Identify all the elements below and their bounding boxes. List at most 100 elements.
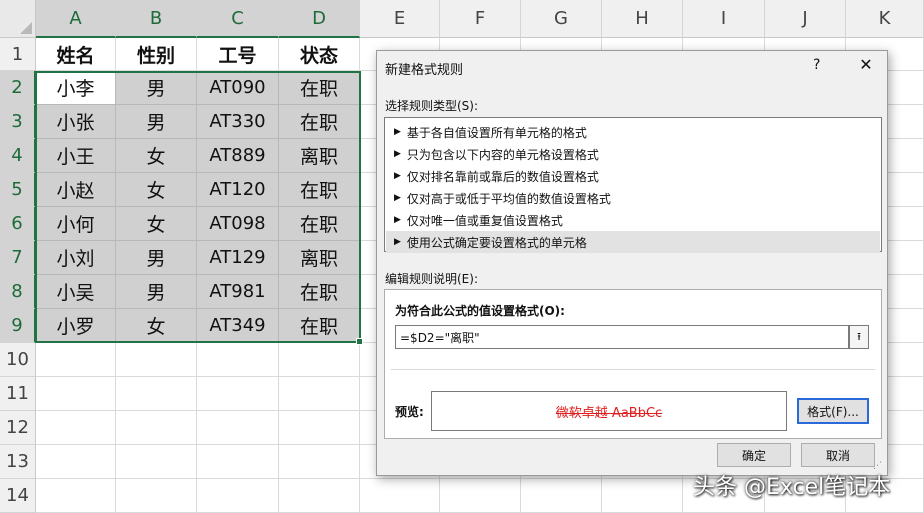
data-cell[interactable]: 小吴 — [36, 275, 116, 309]
data-cell[interactable]: AT120 — [197, 173, 279, 207]
cell[interactable] — [36, 479, 116, 513]
data-cell[interactable]: AT098 — [197, 207, 279, 241]
rule-type-item[interactable]: ▶ 只为包含以下内容的单元格设置格式 — [386, 143, 880, 165]
cell[interactable] — [36, 343, 116, 377]
data-cell[interactable]: AT330 — [197, 105, 279, 139]
data-cell[interactable]: 小刘 — [36, 241, 116, 275]
data-cell[interactable]: AT981 — [197, 275, 279, 309]
data-cell[interactable]: 男 — [116, 275, 197, 309]
cell[interactable] — [521, 479, 602, 513]
cancel-button[interactable]: 取消 — [801, 443, 875, 467]
row-header-14[interactable]: 14 — [0, 479, 36, 513]
column-header-i[interactable]: I — [683, 0, 765, 38]
cell[interactable] — [279, 479, 360, 513]
row-header-8[interactable]: 8 — [0, 275, 36, 309]
cell[interactable] — [197, 343, 279, 377]
data-cell[interactable]: 离职 — [279, 139, 360, 173]
column-header-e[interactable]: E — [360, 0, 440, 38]
row-header-5[interactable]: 5 — [0, 173, 36, 207]
data-cell[interactable]: 小张 — [36, 105, 116, 139]
data-cell[interactable]: 在职 — [279, 309, 360, 343]
data-cell[interactable]: AT889 — [197, 139, 279, 173]
rule-type-item[interactable]: ▶ 仅对唯一值或重复值设置格式 — [386, 209, 880, 231]
help-button[interactable]: ? — [813, 57, 820, 73]
data-cell[interactable]: AT129 — [197, 241, 279, 275]
column-header-j[interactable]: J — [765, 0, 846, 38]
column-header-f[interactable]: F — [440, 0, 521, 38]
rule-type-item[interactable]: ▶ 仅对高于或低于平均值的数值设置格式 — [386, 187, 880, 209]
column-header-d[interactable]: D — [279, 0, 360, 38]
cell[interactable] — [36, 445, 116, 479]
row-header-6[interactable]: 6 — [0, 207, 36, 241]
column-header-c[interactable]: C — [197, 0, 279, 38]
cell[interactable] — [116, 445, 197, 479]
row-header-9[interactable]: 9 — [0, 309, 36, 343]
row-header-1[interactable]: 1 — [0, 38, 36, 71]
header-cell[interactable]: 性别 — [116, 38, 197, 71]
row-header-3[interactable]: 3 — [0, 105, 36, 139]
cell[interactable] — [197, 479, 279, 513]
data-cell[interactable]: 女 — [116, 173, 197, 207]
header-cell[interactable]: 状态 — [279, 38, 360, 71]
cell[interactable] — [279, 377, 360, 411]
column-header-b[interactable]: B — [116, 0, 197, 38]
header-cell[interactable]: 姓名 — [36, 38, 116, 71]
cell[interactable] — [36, 411, 116, 445]
close-icon[interactable]: ✕ — [855, 55, 877, 77]
data-cell[interactable]: 小赵 — [36, 173, 116, 207]
data-cell[interactable]: 在职 — [279, 173, 360, 207]
header-cell[interactable]: 工号 — [197, 38, 279, 71]
rule-type-item[interactable]: ▶ 仅对排名靠前或靠后的数值设置格式 — [386, 165, 880, 187]
cell[interactable] — [116, 479, 197, 513]
row-header-2[interactable]: 2 — [0, 71, 36, 105]
cell[interactable] — [116, 411, 197, 445]
data-cell[interactable]: 在职 — [279, 71, 360, 105]
data-cell[interactable]: 女 — [116, 309, 197, 343]
rule-type-item[interactable]: ▶ 基于各自值设置所有单元格的格式 — [386, 121, 880, 143]
row-header-11[interactable]: 11 — [0, 377, 36, 411]
data-cell[interactable]: 小李 — [36, 71, 116, 105]
data-cell[interactable]: AT090 — [197, 71, 279, 105]
data-cell[interactable]: 在职 — [279, 275, 360, 309]
column-header-h[interactable]: H — [602, 0, 683, 38]
data-cell[interactable]: 离职 — [279, 241, 360, 275]
row-header-7[interactable]: 7 — [0, 241, 36, 275]
rule-type-item[interactable]: ▶ 使用公式确定要设置格式的单元格 — [386, 231, 880, 253]
cell[interactable] — [279, 343, 360, 377]
cell[interactable] — [440, 479, 521, 513]
data-cell[interactable]: 男 — [116, 71, 197, 105]
data-cell[interactable]: 男 — [116, 105, 197, 139]
column-header-a[interactable]: A — [36, 0, 116, 38]
formula-input[interactable]: =$D2="离职" — [395, 325, 849, 349]
cell[interactable] — [116, 377, 197, 411]
column-header-g[interactable]: G — [521, 0, 602, 38]
data-cell[interactable]: 女 — [116, 139, 197, 173]
cell[interactable] — [197, 411, 279, 445]
cell[interactable] — [279, 411, 360, 445]
row-header-12[interactable]: 12 — [0, 411, 36, 445]
data-cell[interactable]: 小王 — [36, 139, 116, 173]
cell[interactable] — [602, 479, 683, 513]
rule-type-list[interactable]: ▶ 基于各自值设置所有单元格的格式 ▶ 只为包含以下内容的单元格设置格式 ▶ 仅对排名靠前… — [384, 117, 882, 253]
row-header-10[interactable]: 10 — [0, 343, 36, 377]
cell[interactable] — [197, 377, 279, 411]
data-cell[interactable]: AT349 — [197, 309, 279, 343]
row-header-13[interactable]: 13 — [0, 445, 36, 479]
fill-handle[interactable] — [356, 338, 363, 345]
cell[interactable] — [36, 377, 116, 411]
data-cell[interactable]: 小何 — [36, 207, 116, 241]
collapse-dialog-button[interactable]: ⭱ — [849, 325, 869, 349]
cell[interactable] — [116, 343, 197, 377]
ok-button[interactable]: 确定 — [717, 443, 791, 467]
data-cell[interactable]: 小罗 — [36, 309, 116, 343]
row-header-4[interactable]: 4 — [0, 139, 36, 173]
column-header-k[interactable]: K — [846, 0, 924, 38]
cell[interactable] — [197, 445, 279, 479]
cell[interactable] — [279, 445, 360, 479]
data-cell[interactable]: 在职 — [279, 105, 360, 139]
data-cell[interactable]: 男 — [116, 241, 197, 275]
format-button[interactable]: 格式(F)... — [797, 398, 869, 424]
data-cell[interactable]: 女 — [116, 207, 197, 241]
cell[interactable] — [360, 479, 440, 513]
data-cell[interactable]: 在职 — [279, 207, 360, 241]
